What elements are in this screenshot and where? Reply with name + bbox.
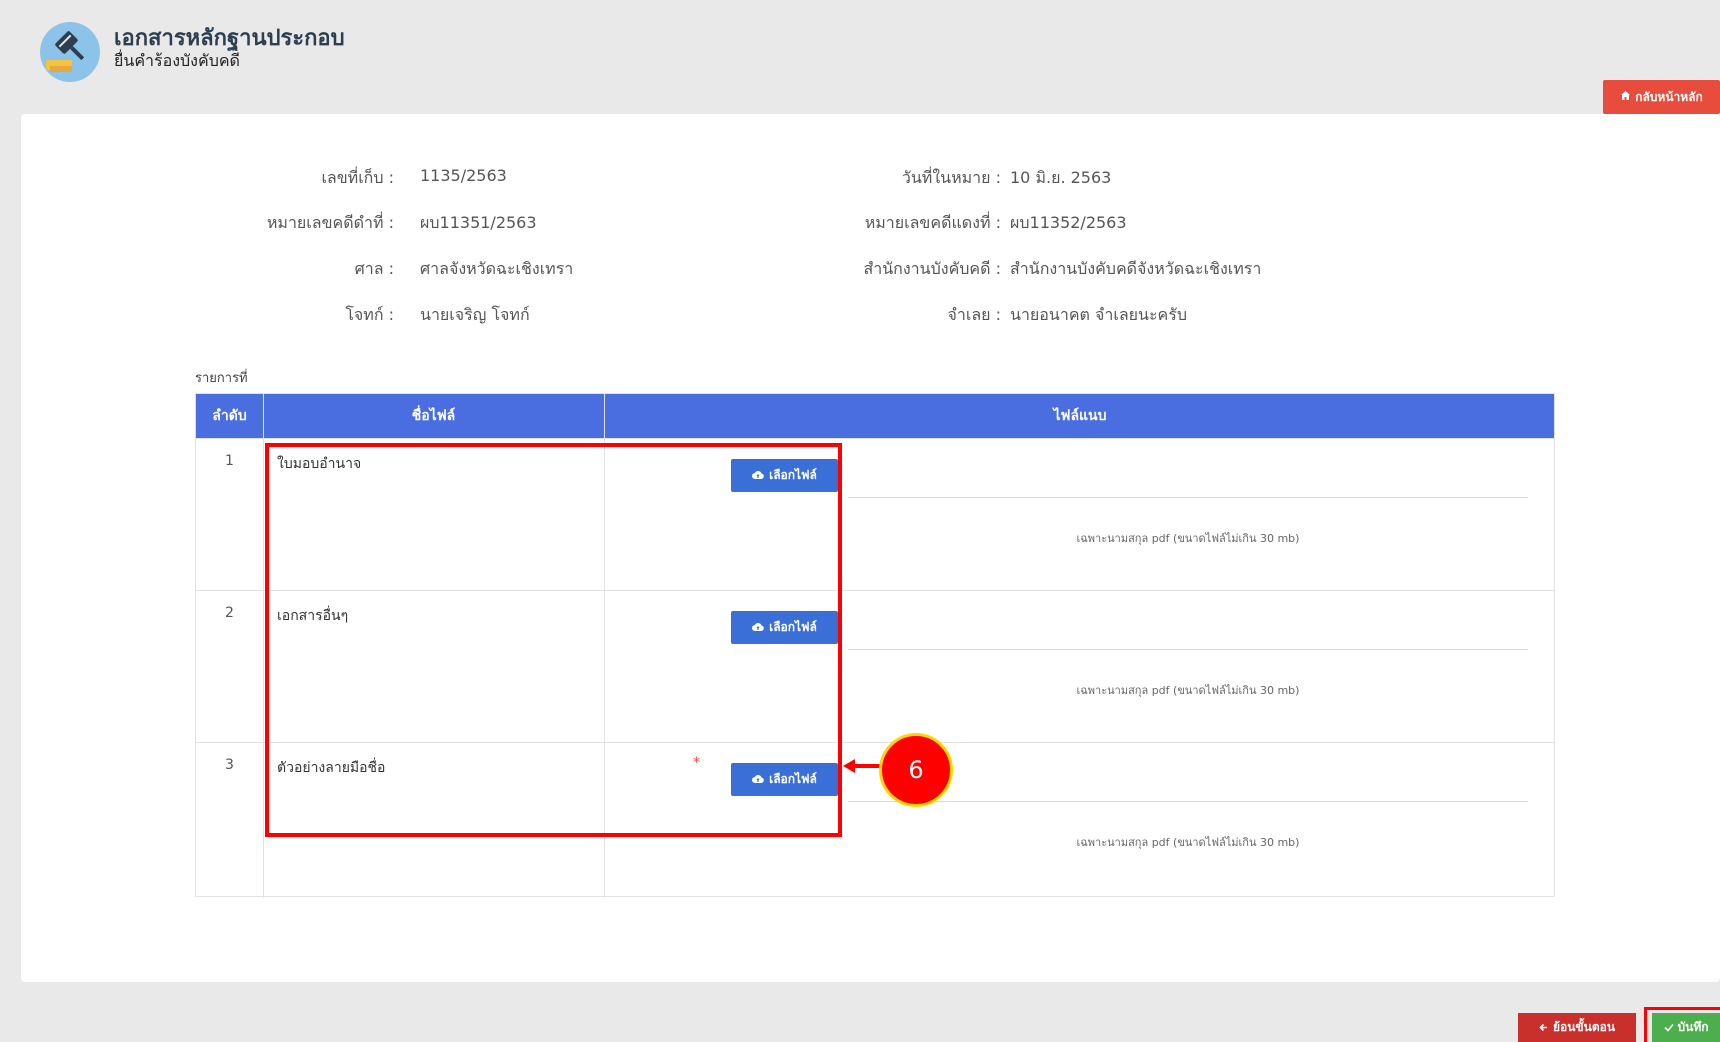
choose-file-label: เลือกไฟล์ bbox=[769, 620, 817, 634]
info-label: เลขที่เก็บ : bbox=[321, 168, 394, 187]
info-label: หมายเลขคดีแดงที่ : bbox=[864, 213, 1001, 232]
back-button[interactable]: ย้อนขั้นตอน bbox=[1518, 1013, 1636, 1042]
gavel-icon bbox=[40, 22, 100, 82]
choose-file-button[interactable]: เลือกไฟล์ bbox=[731, 763, 838, 796]
back-button-label: ย้อนขั้นตอน bbox=[1552, 1020, 1616, 1034]
table-header: ลำดับ ชื่อไฟล์ ไฟล์แนบ bbox=[196, 394, 1554, 438]
file-input-underline[interactable] bbox=[848, 497, 1528, 498]
page-title: เอกสารหลักฐานประกอบ bbox=[114, 26, 345, 51]
home-button-label: กลับหน้าหลัก bbox=[1635, 89, 1703, 104]
upload-icon bbox=[752, 773, 764, 787]
annotation-badge: 6 bbox=[879, 733, 953, 807]
row-number: 3 bbox=[225, 757, 234, 773]
upload-icon bbox=[752, 469, 764, 483]
annotation-arrow-icon bbox=[843, 759, 881, 773]
row-number: 2 bbox=[225, 605, 234, 621]
info-label: หมายเลขคดีดำที่ : bbox=[266, 213, 394, 232]
info-value: 1135/2563 bbox=[420, 166, 507, 185]
info-value: ผบ11351/2563 bbox=[420, 213, 537, 232]
row-filename: ตัวอย่างลายมือชื่อ bbox=[277, 760, 386, 776]
choose-file-label: เลือกไฟล์ bbox=[769, 772, 817, 786]
file-hint: เฉพาะนามสกุล pdf (ขนาดไฟล์ไม่เกิน 30 mb) bbox=[1076, 836, 1300, 849]
row-filename: ใบมอบอำนาจ bbox=[277, 456, 362, 472]
required-marker: * bbox=[693, 755, 700, 771]
choose-file-button[interactable]: เลือกไฟล์ bbox=[731, 459, 838, 492]
annotation-save-highlight bbox=[1644, 1007, 1720, 1042]
info-label: โจทก์ : bbox=[345, 305, 394, 324]
file-hint: เฉพาะนามสกุล pdf (ขนาดไฟล์ไม่เกิน 30 mb) bbox=[1076, 684, 1300, 697]
table-row: 1 ใบมอบอำนาจ เลือกไฟล์ เฉพาะนามสกุล pdf … bbox=[196, 438, 1554, 590]
page-subtitle: ยื่นคำร้องบังคับคดี bbox=[114, 51, 240, 70]
info-value: นายอนาคต จำเลยนะครับ bbox=[1010, 305, 1187, 324]
file-input-underline[interactable] bbox=[848, 801, 1528, 802]
choose-file-label: เลือกไฟล์ bbox=[769, 468, 817, 482]
info-value: 10 มิ.ย. 2563 bbox=[1010, 168, 1112, 187]
attachments-table: ลำดับ ชื่อไฟล์ ไฟล์แนบ 1 ใบมอบอำนาจ เลือ… bbox=[195, 393, 1555, 898]
arrow-left-icon bbox=[1539, 1021, 1548, 1035]
header-order: ลำดับ bbox=[212, 408, 247, 424]
list-caption: รายการที่ bbox=[195, 371, 248, 386]
header-attachment: ไฟล์แนบ bbox=[1053, 408, 1107, 424]
info-value: สำนักงานบังคับคดีจังหวัดฉะเชิงเทรา bbox=[1010, 259, 1262, 278]
home-button[interactable]: กลับหน้าหลัก bbox=[1603, 80, 1720, 114]
main-card: เลขที่เก็บ : 1135/2563 หมายเลขคดีดำที่ :… bbox=[21, 114, 1720, 982]
table-row: 2 เอกสารอื่นๆ เลือกไฟล์ เฉพาะนามสกุล pdf… bbox=[196, 590, 1554, 742]
row-number: 1 bbox=[225, 453, 234, 469]
row-filename: เอกสารอื่นๆ bbox=[277, 608, 349, 624]
upload-icon bbox=[752, 621, 764, 635]
info-label: ศาล : bbox=[354, 259, 394, 278]
info-label: จำเลย : bbox=[947, 305, 1001, 324]
choose-file-button[interactable]: เลือกไฟล์ bbox=[731, 611, 838, 644]
info-value: ผบ11352/2563 bbox=[1010, 213, 1127, 232]
file-hint: เฉพาะนามสกุล pdf (ขนาดไฟล์ไม่เกิน 30 mb) bbox=[1076, 532, 1300, 545]
page-header: เอกสารหลักฐานประกอบ ยื่นคำร้องบังคับคดี bbox=[40, 20, 345, 84]
home-icon bbox=[1620, 90, 1631, 104]
info-value: นายเจริญ โจทก์ bbox=[420, 305, 530, 324]
header-filename: ชื่อไฟล์ bbox=[411, 408, 456, 424]
info-label: สำนักงานบังคับคดี : bbox=[863, 259, 1001, 278]
info-label: วันที่ในหมาย : bbox=[901, 168, 1001, 187]
file-input-underline[interactable] bbox=[848, 649, 1528, 650]
info-value: ศาลจังหวัดฉะเชิงเทรา bbox=[420, 259, 574, 278]
